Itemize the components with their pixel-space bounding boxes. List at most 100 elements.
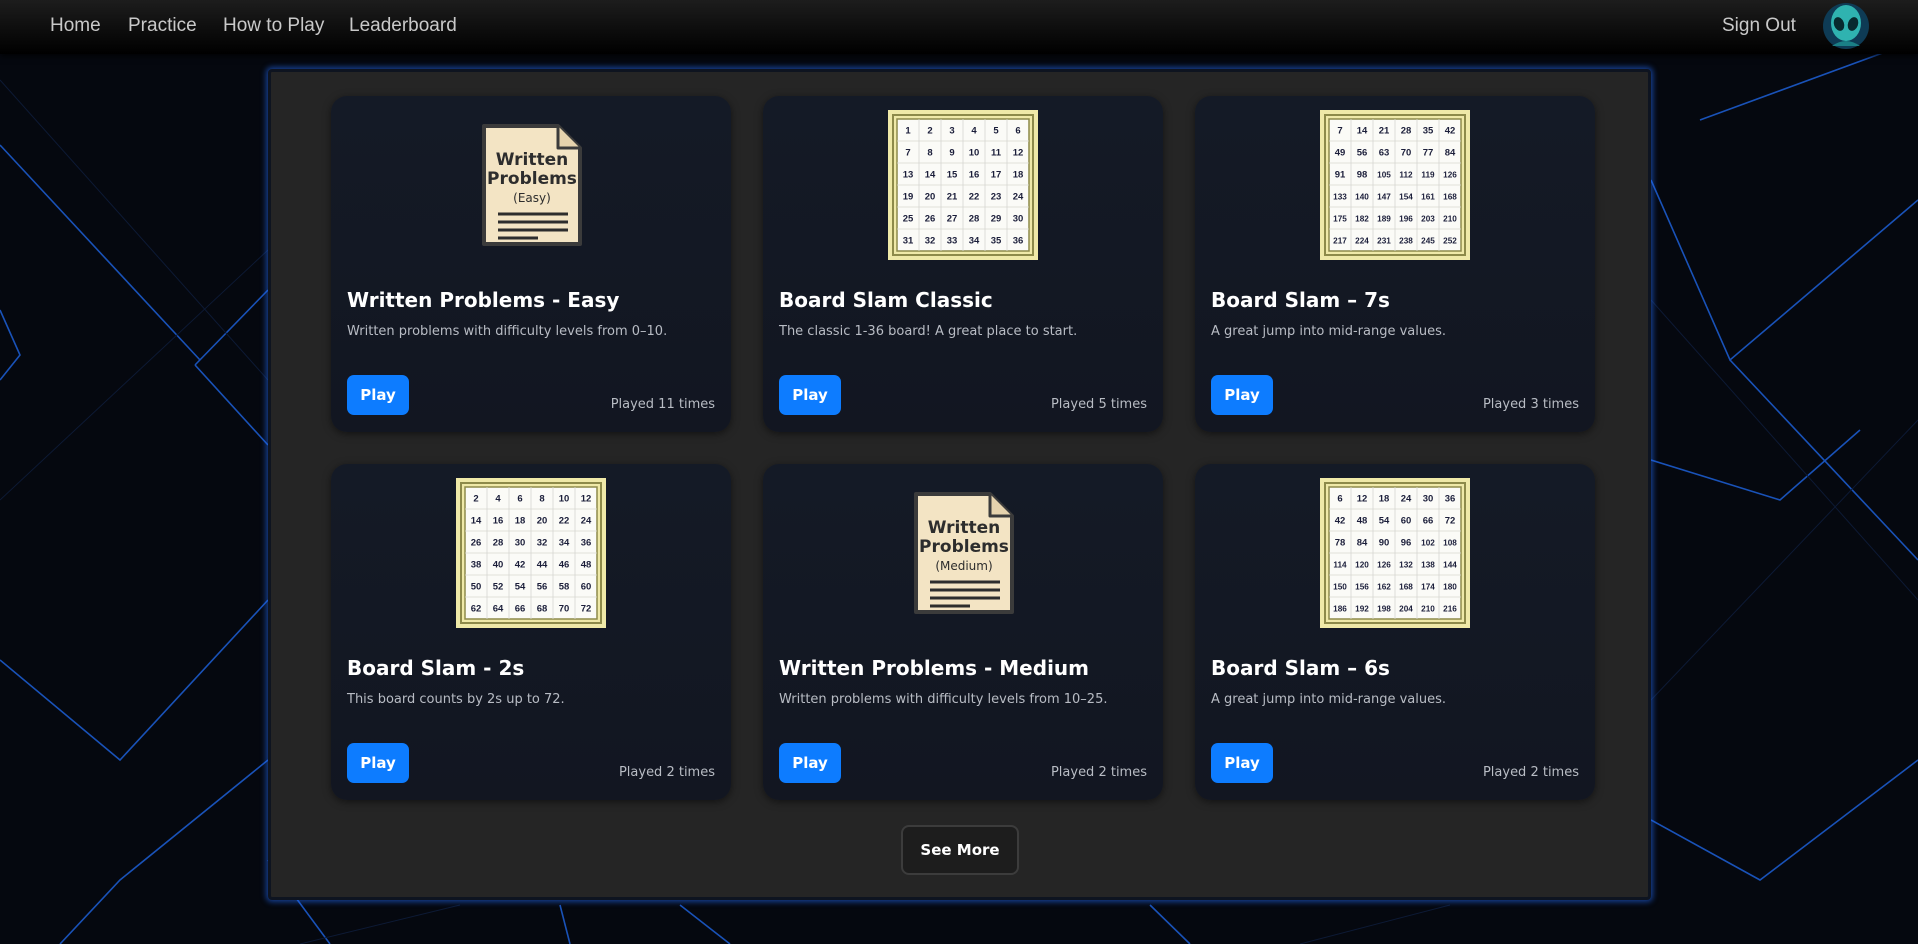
play-button[interactable]: Play (1211, 375, 1273, 415)
top-navbar: Home Practice How to Play Leaderboard Si… (0, 0, 1918, 54)
board-number: 216 (1443, 605, 1457, 614)
board-number: 16 (969, 170, 980, 181)
board-number: 2 (927, 126, 932, 137)
board-number: 108 (1443, 539, 1457, 548)
board-number: 238 (1399, 237, 1413, 246)
board-number: 156 (1355, 583, 1369, 592)
board-number: 150 (1333, 583, 1347, 592)
board-number: 33 (947, 236, 958, 247)
board-number: 10 (969, 148, 980, 159)
play-button[interactable]: Play (347, 743, 409, 783)
board-number: 14 (471, 516, 482, 527)
board-number: 174 (1421, 583, 1435, 592)
board-number: 26 (925, 214, 936, 225)
board-number: 23 (991, 192, 1002, 203)
card-description: Written problems with difficulty levels … (779, 692, 1108, 707)
document-label: Problems (487, 169, 577, 189)
document-label: Written (496, 150, 569, 170)
board-number: 52 (493, 582, 504, 593)
card-description: The classic 1-36 board! A great place to… (779, 324, 1078, 339)
game-card: 7 14 21 28 35 42 49 56 63 70 77 84 91 98 105 112 119 126 1… (1195, 96, 1595, 432)
board-number: 21 (1379, 126, 1390, 137)
document-icon: WrittenProblems (Easy) (482, 124, 582, 246)
board-number: 30 (515, 538, 526, 549)
board-number: 31 (903, 236, 914, 247)
board-number: 26 (471, 538, 482, 549)
board-number: 62 (471, 604, 482, 615)
board-number: 84 (1445, 148, 1456, 159)
board-number: 42 (515, 560, 526, 571)
game-card: 1 2 3 4 5 6 7 8 9 10 11 12 13 14 15 16 17 18 19 20 21 22 23 24 2… (763, 96, 1163, 432)
card-description: This board counts by 2s up to 72. (347, 692, 565, 707)
board-number: 54 (1379, 516, 1390, 527)
board-number: 54 (515, 582, 526, 593)
board-number: 68 (537, 604, 548, 615)
play-count: Played 3 times (1482, 397, 1579, 412)
play-button[interactable]: Play (779, 743, 841, 783)
board-number: 2 (473, 494, 478, 505)
card-title: Written Problems - Easy (347, 288, 620, 312)
board-number: 22 (559, 516, 570, 527)
board-number: 126 (1377, 561, 1391, 570)
board-number: 63 (1379, 148, 1390, 159)
board-number: 245 (1421, 237, 1435, 246)
nav-leaderboard-link[interactable]: Leaderboard (349, 15, 457, 37)
board-number: 32 (925, 236, 936, 247)
nav-home-link[interactable]: Home (50, 15, 101, 37)
sign-out-link[interactable]: Sign Out (1722, 15, 1796, 37)
board-number: 36 (1445, 494, 1456, 505)
alien-avatar-icon[interactable] (1822, 2, 1870, 50)
board-number: 22 (969, 192, 980, 203)
see-more-button[interactable]: See More (901, 825, 1019, 875)
number-board-image: 6 12 18 24 30 36 42 48 54 60 66 72 78 84 90 96 102 108 114… (1320, 478, 1470, 628)
board-number: 102 (1421, 539, 1435, 548)
board-number: 21 (947, 192, 958, 203)
board-number: 36 (1013, 236, 1024, 247)
board-number: 90 (1379, 538, 1390, 549)
board-number: 4 (495, 494, 501, 505)
board-number: 168 (1443, 193, 1457, 202)
game-card: 2 4 6 8 10 12 14 16 18 20 22 24 26 28 30 32 34 36 38 40 42 44… (331, 464, 731, 800)
board-number: 192 (1355, 605, 1369, 614)
board-number: 16 (493, 516, 504, 527)
board-number: 42 (1445, 126, 1456, 137)
board-number: 42 (1335, 516, 1346, 527)
board-number: 72 (581, 604, 592, 615)
card-description: A great jump into mid-range values. (1211, 692, 1447, 707)
game-card: 6 12 18 24 30 36 42 48 54 60 66 72 78 84 90 96 102 108 114… (1195, 464, 1595, 800)
document-label: Problems (919, 537, 1009, 557)
board-number: 6 (1337, 494, 1342, 505)
board-number: 224 (1355, 237, 1369, 246)
nav-how-to-play-link[interactable]: How to Play (223, 15, 324, 37)
board-number: 58 (559, 582, 570, 593)
board-number: 20 (925, 192, 936, 203)
board-number: 72 (1445, 516, 1456, 527)
board-number: 13 (903, 170, 914, 181)
play-button[interactable]: Play (779, 375, 841, 415)
board-number: 162 (1377, 583, 1391, 592)
board-number: 30 (1423, 494, 1434, 505)
game-card: Written Problems (Medium) Written Problems … (763, 464, 1163, 800)
board-number: 48 (1357, 516, 1368, 527)
document-label: (Easy) (513, 191, 551, 205)
board-number: 210 (1443, 215, 1457, 224)
play-button[interactable]: Play (347, 375, 409, 415)
card-title: Written Problems - Medium (779, 656, 1089, 680)
play-count: Played 5 times (1050, 397, 1147, 412)
board-number: 24 (1401, 494, 1412, 505)
board-number: 175 (1333, 215, 1347, 224)
play-button[interactable]: Play (1211, 743, 1273, 783)
board-number: 186 (1333, 605, 1347, 614)
board-number: 18 (1379, 494, 1390, 505)
card-title: Board Slam - 2s (347, 656, 525, 680)
board-number: 24 (581, 516, 592, 527)
board-number: 182 (1355, 215, 1369, 224)
board-number: 196 (1399, 215, 1413, 224)
board-number: 56 (537, 582, 548, 593)
nav-practice-link[interactable]: Practice (128, 15, 197, 37)
board-number: 98 (1357, 170, 1368, 181)
board-number: 28 (969, 214, 980, 225)
board-number: 18 (1013, 170, 1024, 181)
board-number: 6 (517, 494, 522, 505)
board-number: 144 (1443, 561, 1457, 570)
